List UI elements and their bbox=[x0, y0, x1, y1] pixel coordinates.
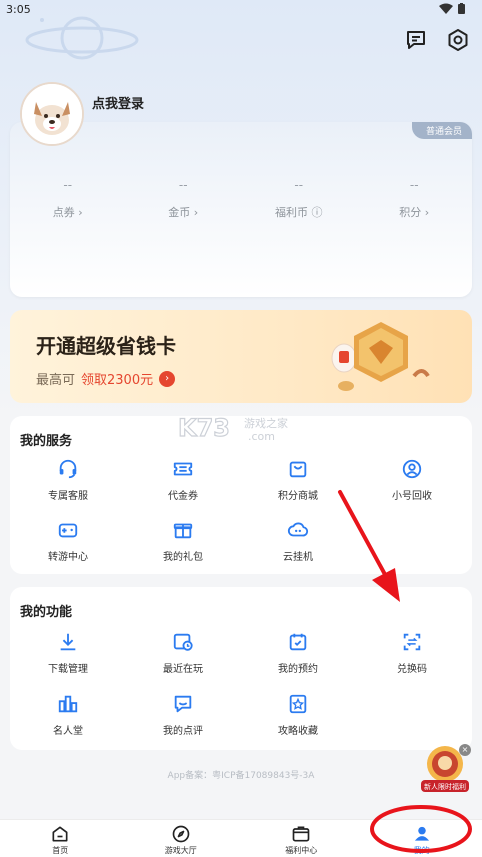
gamepad-transfer-icon bbox=[58, 523, 78, 538]
service-label: 转游中心 bbox=[48, 552, 88, 563]
tab-mine[interactable]: 我的 bbox=[362, 820, 482, 857]
calendar-check-icon bbox=[289, 633, 307, 651]
comment-icon bbox=[174, 695, 192, 713]
service-cloud-hosting[interactable]: 云挂机 bbox=[243, 519, 353, 563]
function-label: 最近在玩 bbox=[163, 664, 203, 675]
service-label: 我的礼包 bbox=[163, 552, 203, 563]
k73-watermark: K73 游戏之家 .com bbox=[178, 413, 288, 443]
service-label: 小号回收 bbox=[392, 491, 432, 502]
promo-arrow-icon: › bbox=[159, 370, 176, 387]
dog-avatar-icon bbox=[22, 84, 82, 144]
service-customer-support[interactable]: 专属客服 bbox=[13, 458, 123, 502]
service-account-recycle[interactable]: 小号回收 bbox=[357, 458, 467, 502]
top-actions bbox=[404, 28, 470, 52]
login-link[interactable]: 点我登录 bbox=[92, 93, 144, 112]
recent-play-icon bbox=[173, 633, 193, 651]
download-icon bbox=[60, 633, 76, 651]
promo-subtitle: 最高可 领取2300元 › bbox=[36, 369, 176, 388]
service-voucher[interactable]: 代金券 bbox=[128, 458, 238, 502]
tab-home[interactable]: 首页 bbox=[0, 820, 121, 857]
user-icon bbox=[414, 826, 429, 841]
member-badge[interactable]: 普通会员 bbox=[411, 122, 472, 139]
tab-label: 首页 bbox=[52, 846, 69, 855]
function-label: 我的点评 bbox=[163, 726, 203, 737]
service-label: 云挂机 bbox=[283, 552, 313, 563]
icp-record: App备案：粤ICP备17089843号-3A bbox=[167, 771, 315, 781]
wifi-battery-icon bbox=[439, 3, 465, 14]
function-recently-played[interactable]: 最近在玩 bbox=[128, 631, 238, 675]
headset-icon bbox=[59, 459, 77, 479]
diamond-badge-icon bbox=[331, 322, 430, 391]
service-transfer-center[interactable]: 转游中心 bbox=[13, 519, 123, 563]
message-icon[interactable] bbox=[404, 28, 428, 52]
promo-sub-prefix: 最高可 bbox=[36, 373, 76, 388]
svg-text:.com: .com bbox=[248, 430, 275, 443]
function-hall-of-fame[interactable]: 名人堂 bbox=[13, 693, 123, 737]
function-download-manager[interactable]: 下载管理 bbox=[13, 631, 123, 675]
status-icons bbox=[438, 3, 472, 18]
home-icon bbox=[52, 826, 68, 842]
stat-value: -- bbox=[178, 178, 188, 192]
cloud-game-icon bbox=[287, 522, 309, 537]
shopping-bag-icon bbox=[289, 461, 307, 478]
gift-icon bbox=[173, 523, 193, 539]
section-title: 我的功能 bbox=[20, 605, 73, 620]
tab-welfare-center[interactable]: 福利中心 bbox=[241, 820, 362, 857]
stat-label: 点券 › bbox=[52, 206, 83, 219]
function-label: 我的预约 bbox=[278, 664, 318, 675]
stat-value: -- bbox=[294, 178, 304, 192]
stat-value: -- bbox=[63, 178, 73, 192]
stat-label: 福利币 ⓘ bbox=[275, 206, 323, 219]
stat-gold[interactable]: -- 金币 › bbox=[126, 178, 242, 220]
function-label: 下载管理 bbox=[48, 664, 88, 675]
bottom-tab-bar: 首页 游戏大厅 福利中心 我的 bbox=[0, 819, 482, 857]
service-label: 专属客服 bbox=[48, 491, 88, 502]
tab-label: 游戏大厅 bbox=[164, 846, 197, 855]
planet-decoration bbox=[25, 16, 139, 60]
stats-row: -- 点券 › -- 金币 › -- 福利币 ⓘ -- 积分 › bbox=[10, 178, 472, 220]
stat-label: 积分 › bbox=[399, 206, 430, 219]
svg-text:K73: K73 bbox=[178, 414, 230, 442]
stat-coupons[interactable]: -- 点券 › bbox=[10, 178, 126, 220]
float-badge-text: 新人限时福利 bbox=[424, 782, 466, 791]
savings-card-banner[interactable]: 开通超级省钱卡 最高可 领取2300元 › bbox=[10, 310, 472, 403]
close-float-icon[interactable]: × bbox=[459, 744, 471, 756]
promo-highlight: 领取2300元 bbox=[81, 373, 154, 388]
stat-welfare-coins[interactable]: -- 福利币 ⓘ bbox=[241, 178, 357, 220]
stat-value: -- bbox=[409, 178, 419, 192]
settings-icon[interactable] bbox=[446, 28, 470, 52]
service-label: 代金券 bbox=[168, 491, 198, 502]
service-my-gifts[interactable]: 我的礼包 bbox=[128, 519, 238, 563]
compass-icon bbox=[172, 825, 190, 843]
service-label: 积分商城 bbox=[278, 491, 318, 502]
svg-text:游戏之家: 游戏之家 bbox=[244, 416, 288, 430]
function-redeem-code[interactable]: 兑换码 bbox=[357, 631, 467, 675]
welfare-icon bbox=[292, 826, 310, 842]
function-label: 兑换码 bbox=[397, 664, 427, 675]
tab-label: 我的 bbox=[413, 846, 430, 855]
coupon-icon bbox=[173, 462, 193, 476]
function-label: 攻略收藏 bbox=[278, 726, 318, 737]
my-functions-section: 我的功能 下载管理 最近在玩 我的预约 兑换码 名人堂 我的点评 攻略收藏 bbox=[10, 587, 472, 750]
tab-label: 福利中心 bbox=[285, 846, 318, 855]
recycle-user-icon bbox=[402, 459, 422, 479]
function-guide-favorites[interactable]: 攻略收藏 bbox=[243, 693, 353, 737]
service-points-mall[interactable]: 积分商城 bbox=[243, 458, 353, 502]
star-bookmark-icon bbox=[289, 694, 307, 714]
stat-points[interactable]: -- 积分 › bbox=[357, 178, 473, 220]
hall-of-fame-icon bbox=[58, 695, 78, 713]
function-reservations[interactable]: 我的预约 bbox=[243, 631, 353, 675]
promo-title: 开通超级省钱卡 bbox=[36, 334, 176, 358]
function-label: 名人堂 bbox=[53, 726, 83, 737]
scan-code-icon bbox=[403, 633, 421, 651]
avatar[interactable] bbox=[20, 82, 84, 146]
section-title: 我的服务 bbox=[20, 434, 73, 449]
stat-label: 金币 › bbox=[168, 206, 199, 219]
tab-game-hall[interactable]: 游戏大厅 bbox=[121, 820, 242, 857]
function-my-reviews[interactable]: 我的点评 bbox=[128, 693, 238, 737]
profile-card: 普通会员 -- 点券 › -- 金币 › -- 福利币 ⓘ -- 积分 › bbox=[10, 122, 472, 297]
